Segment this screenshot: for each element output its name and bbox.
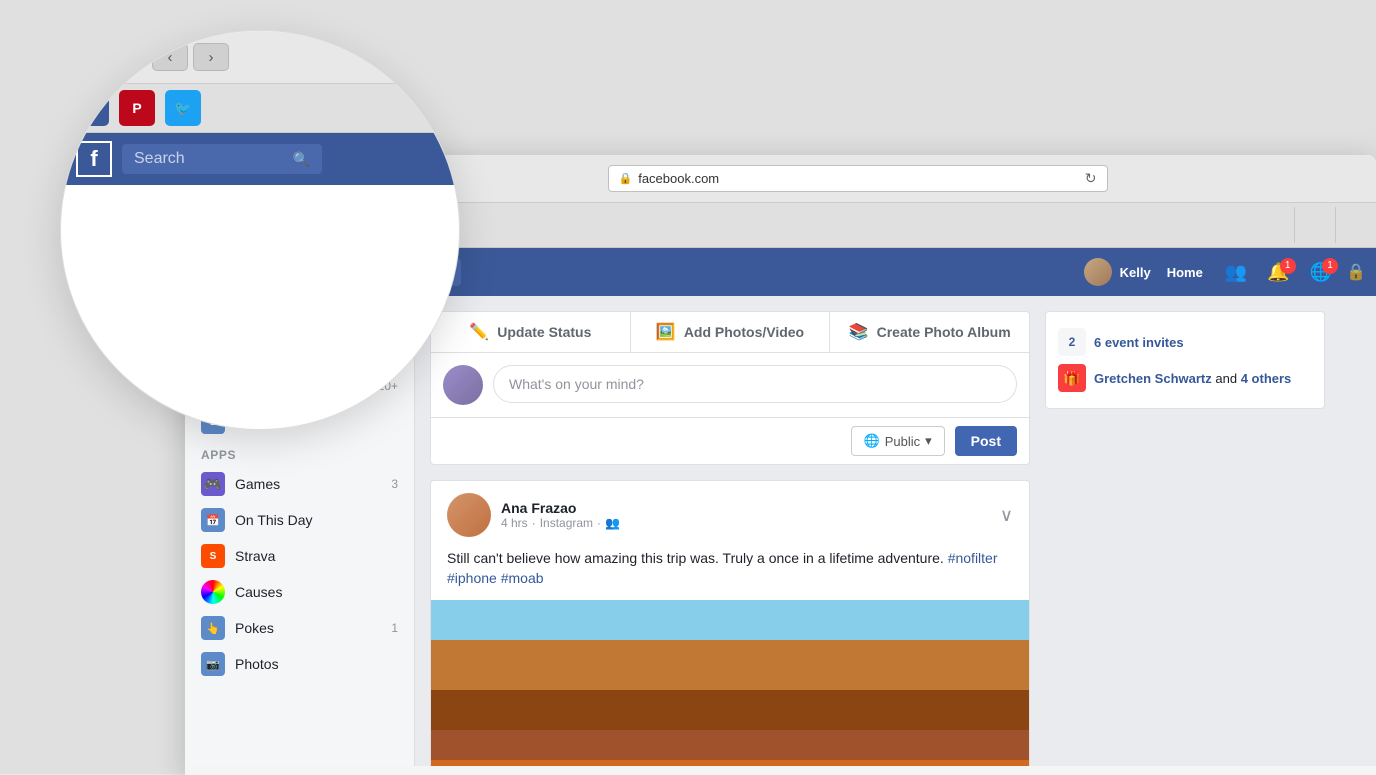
photos-label: Photos xyxy=(235,656,398,672)
event-invites-item[interactable]: 2 6 event invites xyxy=(1058,324,1312,360)
update-status-tab[interactable]: ✏️ Update Status xyxy=(431,312,631,352)
notification-badge: 1 xyxy=(1280,258,1296,274)
zoom-titlebar: ‹ › xyxy=(61,31,459,84)
facebook-main: ✏️ Update Status 🖼️ Add Photos/Video 📚 C… xyxy=(415,296,1376,766)
canyon-image xyxy=(431,600,1029,766)
post-input[interactable]: What's on your mind? xyxy=(493,365,1017,403)
zoom-pinterest-bookmark[interactable]: P xyxy=(119,90,155,126)
zoom-search-icon: 🔍 xyxy=(293,151,310,168)
fb-lock-icon: 🔒 xyxy=(1346,262,1366,282)
visibility-button[interactable]: 🌐 Public ▾ xyxy=(851,426,945,456)
zoom-search[interactable]: Search 🔍 xyxy=(122,144,322,174)
news-feed: ✏️ Update Status 🖼️ Add Photos/Video 📚 C… xyxy=(430,311,1030,751)
zoom-nav-btns: ‹ › xyxy=(152,43,229,71)
zoom-back-btn[interactable]: ‹ xyxy=(152,43,188,71)
album-icon: 📚 xyxy=(849,322,869,342)
sidebar-item-pokes[interactable]: 👆 Pokes 1 xyxy=(185,610,414,646)
audience-icon: 👥 xyxy=(605,516,620,530)
bookmark-cnn[interactable] xyxy=(1294,207,1335,243)
lock-icon: 🔒 xyxy=(619,172,633,185)
create-album-tab[interactable]: 📚 Create Photo Album xyxy=(830,312,1029,352)
post-button[interactable]: Post xyxy=(955,426,1017,456)
story-meta: Ana Frazao 4 hrs · Instagram · 👥 xyxy=(501,500,990,530)
sidebar-item-photos[interactable]: 📷 Photos xyxy=(185,646,414,682)
story-author[interactable]: Ana Frazao xyxy=(501,500,990,516)
strava-label: Strava xyxy=(235,548,398,564)
zoom-traffic-lights xyxy=(76,50,132,64)
post-creator-footer: 🌐 Public ▾ Post xyxy=(431,417,1029,464)
address-bar[interactable]: 🔒 facebook.com ↻ xyxy=(608,165,1108,192)
post-creator-tabs: ✏️ Update Status 🖼️ Add Photos/Video 📚 C… xyxy=(431,312,1029,353)
event-invites-widget: 2 6 event invites 🎁 Gretchen Schwartz an… xyxy=(1045,311,1325,409)
dropdown-arrow: ▾ xyxy=(925,433,932,449)
story-header: Ana Frazao 4 hrs · Instagram · 👥 ∨ xyxy=(431,481,1029,549)
add-photo-tab[interactable]: 🖼️ Add Photos/Video xyxy=(631,312,831,352)
friend-others-count[interactable]: 4 others xyxy=(1241,371,1292,386)
causes-label: Causes xyxy=(235,584,398,600)
zoom-fb-logo[interactable]: f xyxy=(76,141,112,177)
sidebar-item-causes[interactable]: Causes xyxy=(185,574,414,610)
zoom-close-btn[interactable] xyxy=(76,50,90,64)
story-time: 4 hrs · Instagram · 👥 xyxy=(501,516,990,530)
zoom-circle-inner: ‹ › f P 🐦 f Search 🔍 xyxy=(61,31,459,429)
user-avatar[interactable] xyxy=(1084,258,1112,286)
zoom-maximize-btn[interactable] xyxy=(118,50,132,64)
zoom-search-text: Search xyxy=(134,150,185,168)
photo-icon: 🖼️ xyxy=(656,322,676,342)
right-sidebar: 2 6 event invites 🎁 Gretchen Schwartz an… xyxy=(1045,311,1325,751)
story-body: Still can't believe how amazing this tri… xyxy=(431,549,1029,600)
zoom-circle: ‹ › f P 🐦 f Search 🔍 xyxy=(60,30,460,430)
post-creator-body: What's on your mind? xyxy=(431,353,1029,417)
story-chevron-icon[interactable]: ∨ xyxy=(1000,505,1013,526)
sidebar-item-strava[interactable]: S Strava xyxy=(185,538,414,574)
sidebar-item-onthisday[interactable]: 📅 On This Day xyxy=(185,502,414,538)
onthisday-label: On This Day xyxy=(235,512,398,528)
zoom-fb-navbar: f Search 🔍 xyxy=(61,133,459,185)
games-icon: 🎮 xyxy=(201,472,225,496)
causes-icon xyxy=(201,580,225,604)
user-name[interactable]: Kelly xyxy=(1120,265,1151,280)
home-button[interactable]: Home xyxy=(1159,261,1211,284)
sidebar-item-games[interactable]: 🎮 Games 3 xyxy=(185,466,414,502)
refresh-button[interactable]: ↻ xyxy=(1085,170,1097,187)
globe-icon: 🌐 xyxy=(864,433,880,449)
event-icon: 2 xyxy=(1058,328,1086,356)
messages-badge: 1 xyxy=(1322,258,1338,274)
zoom-minimize-btn[interactable] xyxy=(97,50,111,64)
url-text: facebook.com xyxy=(638,171,719,186)
apps-header: APPS xyxy=(185,440,414,466)
messages-icon[interactable]: 🌐 1 xyxy=(1304,258,1338,287)
user-avatar-img xyxy=(1084,258,1112,286)
pokes-label: Pokes xyxy=(235,620,381,636)
strava-icon: S xyxy=(201,544,225,568)
friends-icon[interactable]: 👥 xyxy=(1219,258,1253,287)
navbar-right: Kelly Home 👥 🔔 1 🌐 1 🔒 xyxy=(1084,258,1366,287)
story-image xyxy=(431,600,1029,766)
event-invites-link[interactable]: 6 event invites xyxy=(1094,335,1184,350)
bookmark-epicurious[interactable] xyxy=(1335,207,1376,243)
zoom-fb-bookmark[interactable]: f xyxy=(73,90,109,126)
pencil-icon: ✏️ xyxy=(469,322,489,342)
story-card: Ana Frazao 4 hrs · Instagram · 👥 ∨ xyxy=(430,480,1030,766)
post-creator: ✏️ Update Status 🖼️ Add Photos/Video 📚 C… xyxy=(430,311,1030,465)
friend-name[interactable]: Gretchen Schwartz xyxy=(1094,371,1212,386)
story-avatar xyxy=(447,493,491,537)
story-avatar-img xyxy=(447,493,491,537)
photos-icon: 📷 xyxy=(201,652,225,676)
pokes-badge: 1 xyxy=(391,621,398,635)
onthisday-icon: 📅 xyxy=(201,508,225,532)
zoom-bookmarks: f P 🐦 xyxy=(61,84,459,133)
games-label: Games xyxy=(235,476,381,492)
games-badge: 3 xyxy=(391,477,398,491)
notifications-icon[interactable]: 🔔 1 xyxy=(1261,258,1295,287)
gift-icon: 🎁 xyxy=(1058,364,1086,392)
zoom-forward-btn[interactable]: › xyxy=(193,43,229,71)
friend-request-text: Gretchen Schwartz and 4 others xyxy=(1094,371,1291,386)
friend-request-item[interactable]: 🎁 Gretchen Schwartz and 4 others xyxy=(1058,360,1312,396)
pokes-icon: 👆 xyxy=(201,616,225,640)
zoom-twitter-bookmark[interactable]: 🐦 xyxy=(165,90,201,126)
